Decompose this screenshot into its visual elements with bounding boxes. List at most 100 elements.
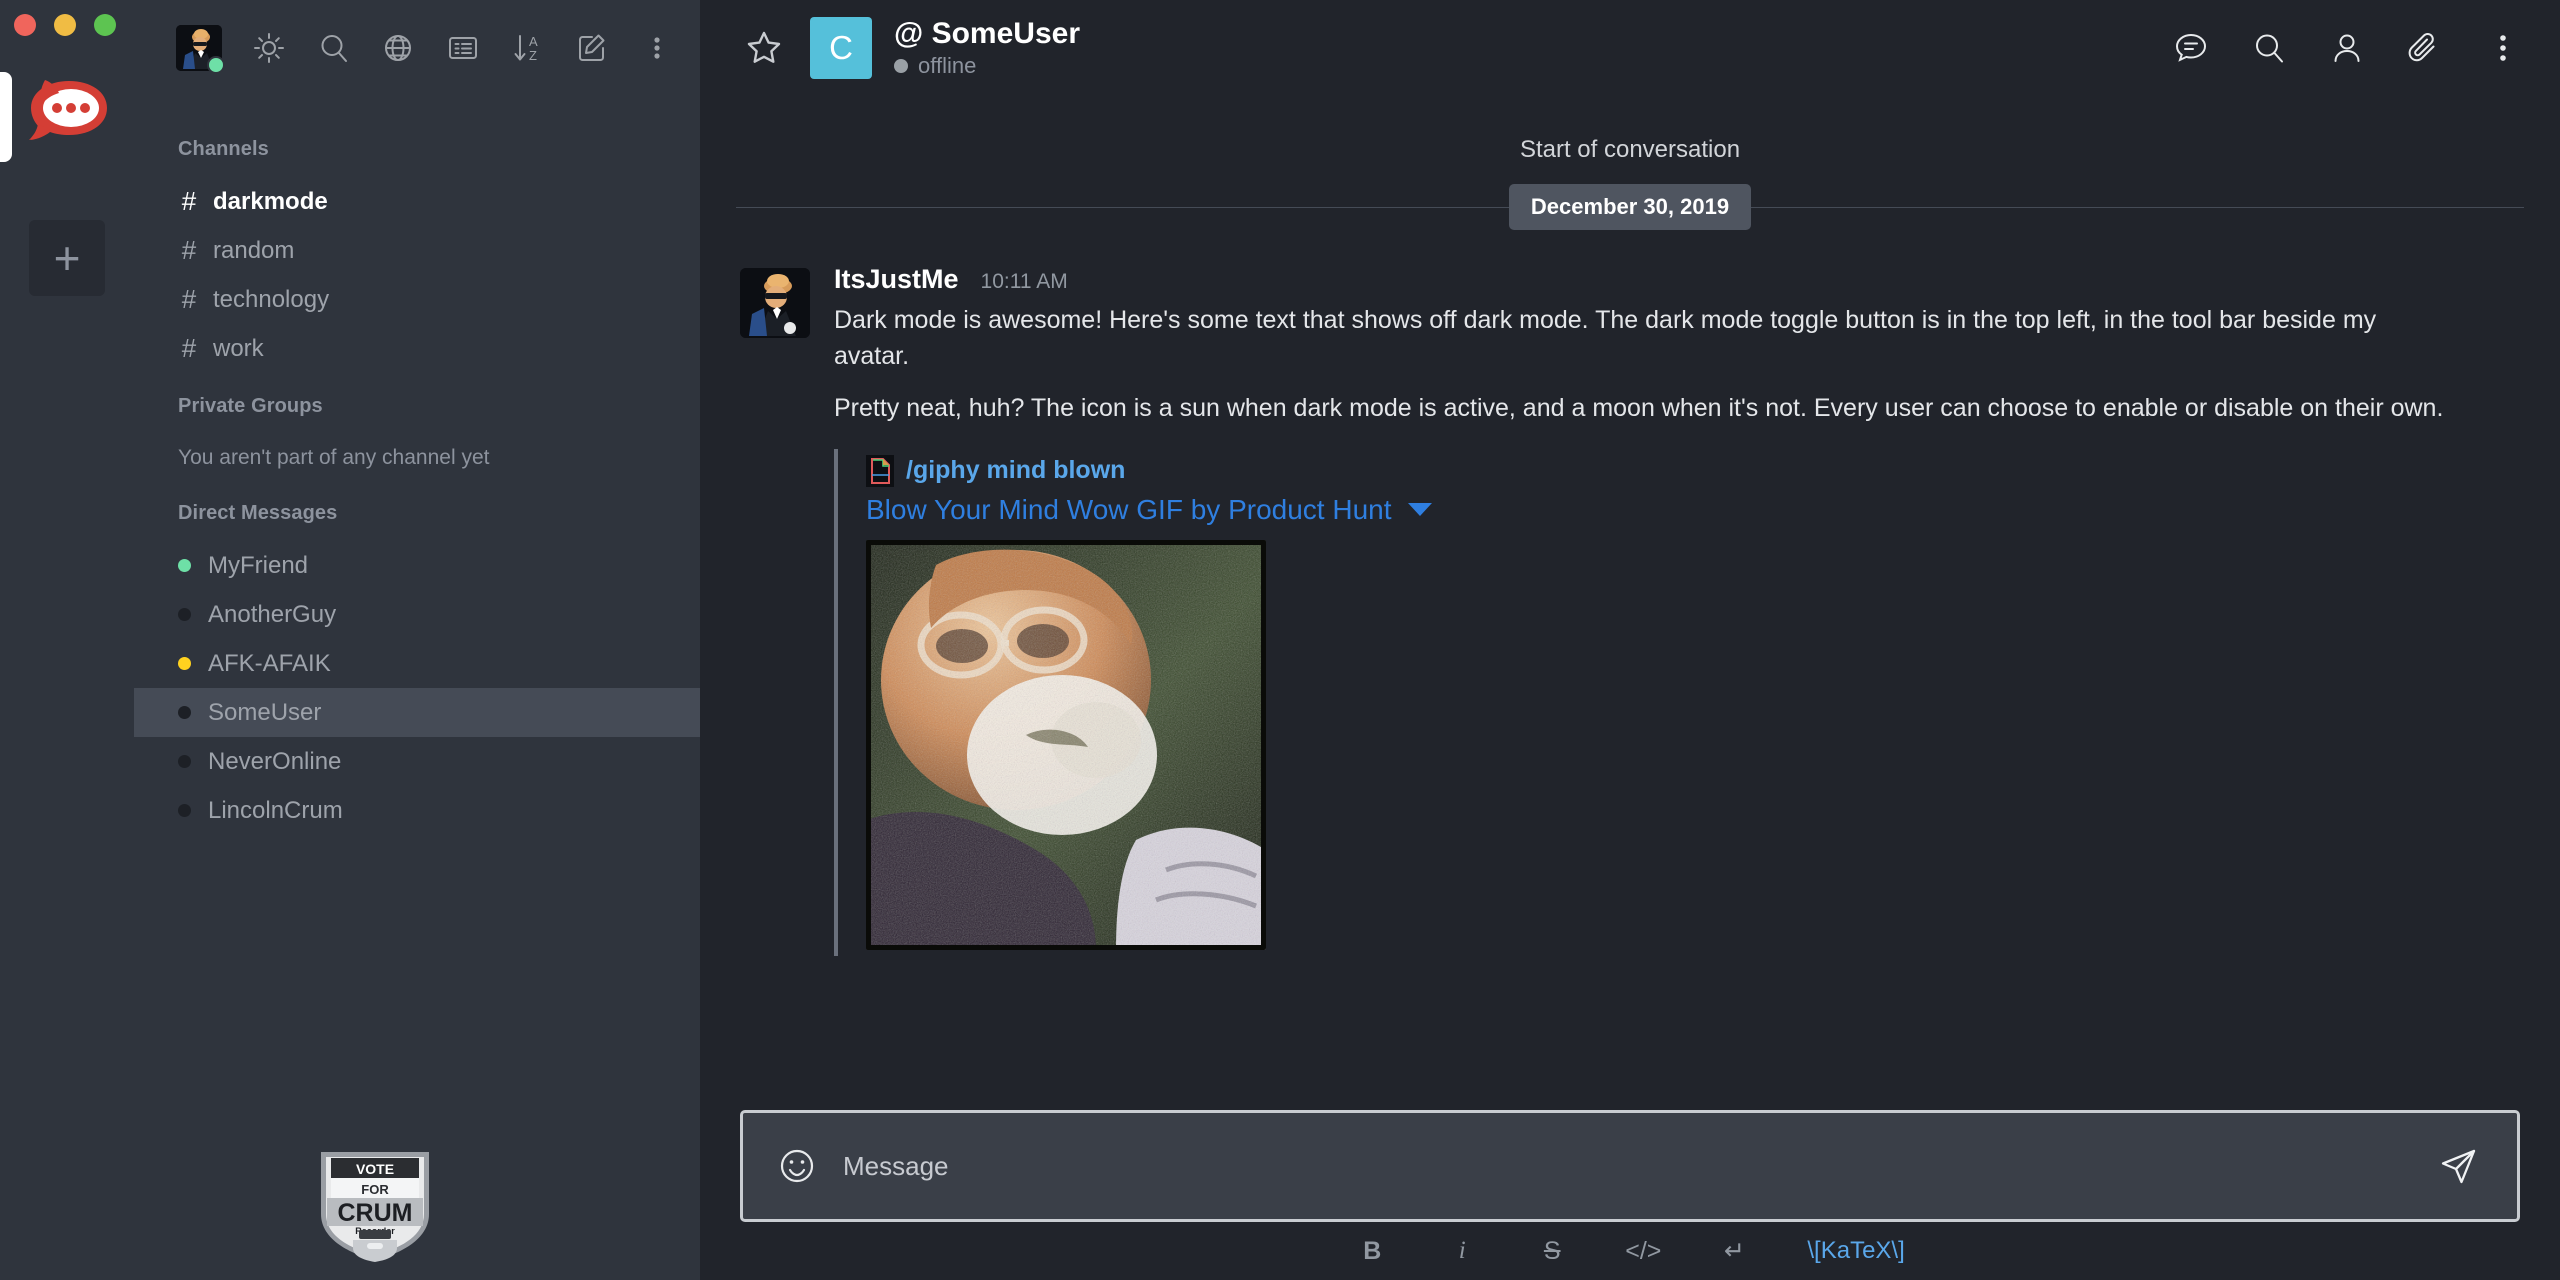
message-list[interactable]: Start of conversation December 30, 2019: [700, 96, 2560, 1110]
sun-icon[interactable]: [252, 28, 287, 68]
sidebar-item-label: LincolnCrum: [208, 796, 343, 824]
attachment-gif-image[interactable]: [866, 539, 1266, 950]
sidebar-item-someuser[interactable]: SomeUser: [134, 688, 700, 737]
sidebar-item-label: AFK-AFAIK: [208, 649, 331, 677]
hash-icon: #: [181, 186, 197, 216]
vote-for-crum-badge: VOTE FOR CRUM Recorder: [309, 1144, 441, 1262]
badge-line2: FOR: [361, 1182, 389, 1197]
status-dot-offline: [178, 755, 191, 768]
private-groups-empty-message: You aren't part of any channel yet: [178, 446, 490, 469]
sidebar-item-random[interactable]: # random: [134, 226, 700, 275]
attachment-title-row[interactable]: Blow Your Mind Wow GIF by Product Hunt: [866, 487, 1934, 540]
hash-icon: #: [181, 235, 197, 265]
message-text: Dark mode is awesome! Here's some text t…: [834, 303, 2454, 443]
search-icon[interactable]: [2248, 27, 2290, 69]
user-avatar[interactable]: [176, 25, 225, 74]
multiline-button[interactable]: ↵: [1717, 1231, 1751, 1271]
active-server-indicator: [0, 72, 12, 162]
kebab-menu-icon[interactable]: [2482, 27, 2524, 69]
room-avatar[interactable]: C: [810, 17, 872, 79]
sidebar-item-afk-afaik[interactable]: AFK-AFAIK: [134, 639, 700, 688]
window-traffic-lights[interactable]: [14, 14, 116, 36]
page-title: @ SomeUser: [894, 17, 1080, 50]
katex-button[interactable]: \[KaTeX\]: [1807, 1231, 1904, 1271]
hash-icon: #: [181, 333, 197, 363]
badge-line1: VOTE: [356, 1161, 394, 1177]
add-server-button[interactable]: +: [29, 220, 105, 296]
sidebar-item-work[interactable]: # work: [134, 324, 700, 373]
message-paragraph-1: Dark mode is awesome! Here's some text t…: [834, 306, 2377, 370]
star-icon[interactable]: [736, 20, 792, 76]
code-button[interactable]: </>: [1625, 1231, 1661, 1271]
sidebar-item-label: random: [213, 236, 295, 264]
search-icon[interactable]: [317, 28, 352, 68]
status-badge: offline: [894, 53, 1080, 79]
message-body: ItsJustMe 10:11 AM Dark mode is awesome!…: [834, 264, 2520, 956]
send-plane-icon[interactable]: [2433, 1140, 2485, 1192]
threads-icon[interactable]: [2170, 27, 2212, 69]
sidebar-item-lincolncrum[interactable]: LincolnCrum: [134, 786, 700, 835]
badge-line3: CRUM: [338, 1199, 413, 1227]
smiley-icon[interactable]: [775, 1144, 819, 1188]
status-dot-offline: [178, 804, 191, 817]
list-icon[interactable]: [446, 28, 481, 68]
composer-area: B i S </> ↵ \[KaTeX\]: [700, 1110, 2560, 1280]
sidebar-item-label: MyFriend: [208, 551, 309, 579]
attachment-icon[interactable]: [2404, 27, 2446, 69]
minimize-window-button[interactable]: [54, 14, 76, 36]
sidebar-item-neveronline[interactable]: NeverOnline: [134, 737, 700, 786]
sidebar-room-list[interactable]: Channels # darkmode # random # technolog…: [134, 96, 700, 1280]
svg-text:A: A: [529, 34, 538, 49]
attachment-command-link[interactable]: /giphy mind blown: [906, 456, 1125, 485]
sidebar-item-darkmode[interactable]: # darkmode: [134, 177, 700, 226]
attachment-command-row[interactable]: /giphy mind blown: [866, 454, 1934, 487]
message-composer[interactable]: [740, 1110, 2520, 1222]
message-header: ItsJustMe 10:11 AM: [834, 264, 2520, 303]
message-item[interactable]: ItsJustMe 10:11 AM Dark mode is awesome!…: [700, 252, 2560, 956]
status-dot-offline: [178, 706, 191, 719]
sidebar-item-technology[interactable]: # technology: [134, 275, 700, 324]
members-icon[interactable]: [2326, 27, 2368, 69]
status-dot-online: [178, 559, 191, 572]
status-dot-away: [178, 657, 191, 670]
room-avatar-letter: C: [829, 29, 853, 66]
message-paragraph-2: Pretty neat, huh? The icon is a sun when…: [834, 394, 2444, 422]
avatar[interactable]: [740, 268, 810, 338]
kebab-menu-icon[interactable]: [639, 28, 674, 68]
close-window-button[interactable]: [14, 14, 36, 36]
message-timestamp: 10:11 AM: [980, 270, 1068, 293]
chat-header-actions: [2170, 27, 2532, 69]
sidebar-toolbar: A Z: [134, 0, 700, 96]
chevron-down-icon[interactable]: [1407, 503, 1432, 516]
add-server-label: +: [53, 232, 81, 284]
status-dot-offline: [178, 608, 191, 621]
italic-button[interactable]: i: [1445, 1231, 1479, 1271]
message-username[interactable]: ItsJustMe: [834, 264, 959, 295]
sidebar-item-label: technology: [213, 285, 330, 313]
sidebar-item-anotherguy[interactable]: AnotherGuy: [134, 590, 700, 639]
main-chat-area: C @ SomeUser offline Start of conversati…: [700, 0, 2560, 1280]
giphy-attachment: /giphy mind blown Blow Your Mind Wow GIF…: [834, 448, 1934, 956]
gif-document-icon: [866, 454, 894, 487]
room-meta: @ SomeUser offline: [894, 17, 1080, 79]
sort-az-icon[interactable]: A Z: [510, 28, 545, 68]
rocketchat-logo-icon[interactable]: [21, 68, 113, 148]
date-chip: December 30, 2019: [1508, 184, 1752, 230]
sidebar-item-myfriend[interactable]: MyFriend: [134, 541, 700, 590]
app-window: + A Z Channels # darkmode # random # tec…: [0, 0, 2560, 1280]
section-title-private-groups: Private Groups: [178, 395, 323, 417]
pencil-icon[interactable]: [575, 28, 610, 68]
bold-button[interactable]: B: [1355, 1231, 1389, 1271]
formatting-toolbar: B i S </> ↵ \[KaTeX\]: [740, 1222, 2520, 1280]
start-of-conversation-label: Start of conversation: [1519, 136, 1741, 163]
strike-button[interactable]: S: [1535, 1231, 1569, 1271]
maximize-window-button[interactable]: [94, 14, 116, 36]
server-rail: +: [0, 0, 134, 1280]
section-title-channels: Channels: [178, 138, 269, 160]
chat-header: C @ SomeUser offline: [700, 0, 2560, 96]
globe-icon[interactable]: [381, 28, 416, 68]
date-divider: December 30, 2019: [700, 180, 2560, 234]
attachment-title-link[interactable]: Blow Your Mind Wow GIF by Product Hunt: [866, 494, 1392, 526]
message-input[interactable]: [819, 1150, 2433, 1182]
sidebar: A Z Channels # darkmode # random # techn…: [134, 0, 700, 1280]
